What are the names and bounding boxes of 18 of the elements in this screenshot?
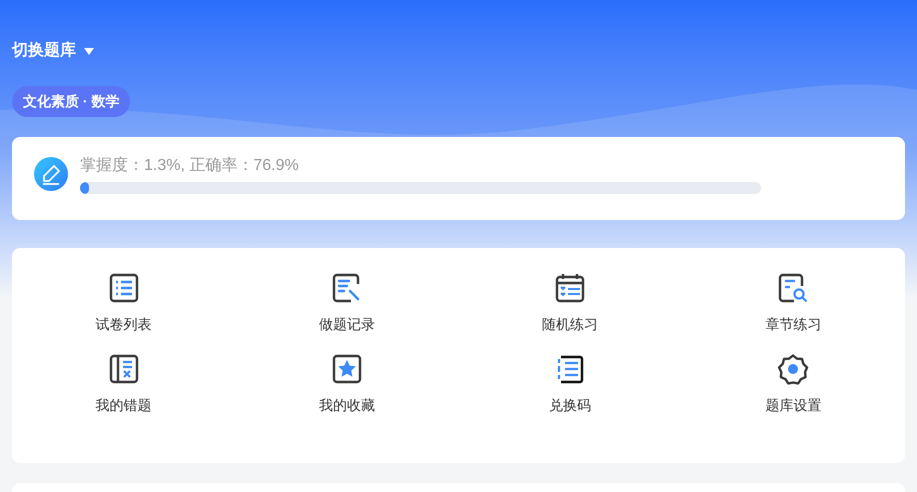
menu-item[interactable]: 我的错题	[96, 353, 152, 415]
menu-item[interactable]: 兑换码	[549, 353, 592, 415]
document-magnifier-icon	[777, 272, 810, 304]
caret-icon	[84, 48, 94, 54]
list-icon	[108, 272, 140, 304]
calendar-icon	[554, 272, 586, 304]
mastery-text: 掌握度：1.3%, 正确率：76.9%	[80, 156, 300, 176]
menu-item[interactable]: 题库设置	[765, 353, 822, 415]
menu-item[interactable]: 我的收藏	[318, 353, 375, 415]
bank-tag: 文化素质 · 数学	[12, 86, 130, 117]
switch-bank-button[interactable]: 切换题库	[12, 39, 94, 63]
menu-item[interactable]: 做题记录	[318, 272, 375, 334]
pencil-icon	[34, 157, 68, 191]
menu-item[interactable]: 随机练习	[542, 272, 598, 334]
settings-icon	[777, 353, 810, 385]
menu-item[interactable]: 章节练习	[765, 272, 822, 334]
book-cross-icon	[108, 353, 140, 385]
menu-item[interactable]: 试卷列表	[96, 272, 152, 334]
